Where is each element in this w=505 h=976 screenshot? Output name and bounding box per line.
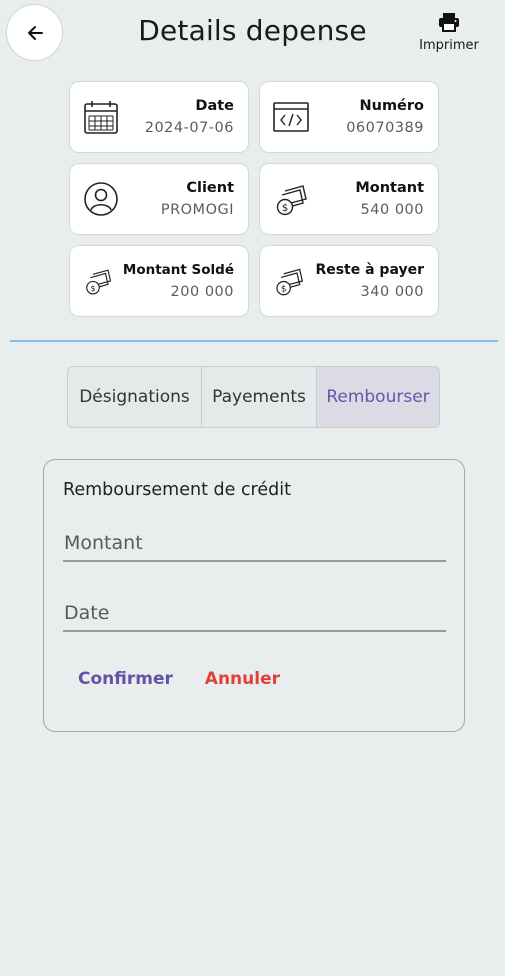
client-card: Client PROMOGI (69, 163, 249, 235)
tab-payements[interactable]: Payements (202, 367, 317, 427)
divider (10, 340, 498, 342)
form-actions: Confirmer Annuler (78, 669, 280, 689)
tab-bar: Désignations Payements Rembourser (67, 366, 440, 428)
tab-designations[interactable]: Désignations (68, 367, 202, 427)
money-icon: $ (276, 185, 307, 216)
calendar-icon (84, 101, 118, 134)
numero-card: Numéro 06070389 (259, 81, 439, 153)
reste-label: Reste à payer (315, 262, 424, 278)
printer-icon (439, 13, 459, 32)
svg-text:$: $ (281, 285, 287, 295)
print-label: Imprimer (419, 38, 479, 53)
date-label: Date (195, 98, 234, 114)
montant-solde-card: $ Montant Soldé 200 000 (69, 245, 249, 317)
client-label: Client (186, 180, 234, 196)
print-button[interactable]: Imprimer (419, 12, 479, 53)
date-placeholder: Date (64, 602, 110, 624)
montant-placeholder: Montant (64, 532, 143, 554)
montant-solde-label: Montant Soldé (122, 262, 234, 278)
svg-text:$: $ (90, 283, 95, 293)
svg-text:$: $ (282, 203, 288, 214)
numero-value: 06070389 (346, 120, 424, 136)
date-card: Date 2024-07-06 (69, 81, 249, 153)
cancel-button[interactable]: Annuler (205, 669, 280, 689)
montant-label: Montant (355, 180, 424, 196)
numero-label: Numéro (359, 98, 424, 114)
money-icon: $ (276, 268, 304, 296)
date-field[interactable]: Date (63, 592, 446, 632)
tab-rembourser[interactable]: Rembourser (317, 367, 439, 427)
confirm-button[interactable]: Confirmer (78, 669, 173, 689)
money-icon: $ (86, 269, 112, 295)
reste-card: $ Reste à payer 340 000 (259, 245, 439, 317)
reste-value: 340 000 (360, 284, 424, 300)
montant-card: $ Montant 540 000 (259, 163, 439, 235)
code-icon (273, 102, 309, 132)
client-value: PROMOGI (160, 202, 234, 218)
montant-solde-value: 200 000 (170, 284, 234, 300)
refund-form: Remboursement de crédit Montant Date Con… (43, 459, 465, 732)
user-circle-icon (84, 182, 118, 216)
summary-cards: Date 2024-07-06 Numéro 06070389 Client P… (69, 81, 439, 317)
montant-value: 540 000 (360, 202, 424, 218)
form-title: Remboursement de crédit (63, 480, 291, 500)
date-value: 2024-07-06 (144, 120, 234, 136)
montant-field[interactable]: Montant (63, 522, 446, 562)
